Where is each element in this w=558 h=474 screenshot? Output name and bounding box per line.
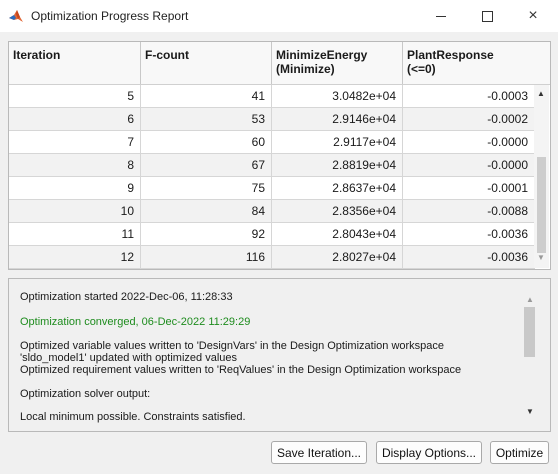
cell-iteration: 8: [9, 154, 141, 177]
cell-iteration: 12: [9, 246, 141, 269]
minimize-button[interactable]: [418, 0, 464, 32]
table-row[interactable]: 5 41 3.0482e+04 -0.0003: [9, 85, 535, 108]
table-row[interactable]: 6 53 2.9146e+04 -0.0002: [9, 108, 535, 131]
table-row[interactable]: 12 116 2.8027e+04 -0.0036: [9, 246, 535, 269]
title-bar[interactable]: Optimization Progress Report ×: [0, 0, 558, 32]
scrollbar-thumb[interactable]: [524, 307, 535, 357]
table-row[interactable]: 10 84 2.8356e+04 -0.0088: [9, 200, 535, 223]
column-header-minimize-energy[interactable]: MinimizeEnergy (Minimize): [272, 42, 403, 84]
cell-minimize-energy: 2.9117e+04: [272, 131, 403, 154]
log-scrollbar[interactable]: ▲ ▼: [519, 279, 549, 431]
cell-fcount: 75: [141, 177, 272, 200]
optimize-button[interactable]: Optimize: [490, 441, 549, 464]
maximize-button[interactable]: [464, 0, 510, 32]
iterations-table[interactable]: Iteration F-count MinimizeEnergy (Minimi…: [8, 41, 551, 270]
cell-plant-response: -0.0001: [403, 177, 535, 200]
cell-iteration: 7: [9, 131, 141, 154]
cell-minimize-energy: 2.9146e+04: [272, 108, 403, 131]
cell-minimize-energy: 2.8043e+04: [272, 223, 403, 246]
cell-minimize-energy: 2.8356e+04: [272, 200, 403, 223]
cell-plant-response: -0.0002: [403, 108, 535, 131]
cell-iteration: 6: [9, 108, 141, 131]
column-header-plant-response[interactable]: PlantResponse (<=0): [403, 42, 550, 84]
cell-plant-response: -0.0000: [403, 131, 535, 154]
optimization-log-panel[interactable]: Optimization started 2022-Dec-06, 11:28:…: [8, 278, 551, 432]
cell-plant-response: -0.0003: [403, 85, 535, 108]
column-header-label: MinimizeEnergy: [276, 48, 368, 62]
cell-fcount: 84: [141, 200, 272, 223]
save-iteration-button[interactable]: Save Iteration...: [271, 441, 367, 464]
close-button[interactable]: ×: [510, 0, 556, 32]
cell-minimize-energy: 2.8819e+04: [272, 154, 403, 177]
cell-plant-response: -0.0036: [403, 223, 535, 246]
scrollbar-thumb[interactable]: [537, 157, 546, 253]
optimization-progress-window: Optimization Progress Report × Iteration…: [0, 0, 558, 474]
cell-fcount: 53: [141, 108, 272, 131]
cell-iteration: 9: [9, 177, 141, 200]
scroll-down-icon[interactable]: ▼: [537, 253, 545, 262]
cell-minimize-energy: 2.8637e+04: [272, 177, 403, 200]
log-line: Optimization started 2022-Dec-06, 11:28:…: [20, 291, 233, 303]
cell-fcount: 67: [141, 154, 272, 177]
cell-iteration: 5: [9, 85, 141, 108]
cell-minimize-energy: 3.0482e+04: [272, 85, 403, 108]
cell-iteration: 10: [9, 200, 141, 223]
scroll-up-icon[interactable]: ▲: [526, 295, 534, 304]
close-icon: ×: [528, 7, 538, 24]
table-scrollbar[interactable]: ▲ ▼: [534, 85, 549, 268]
matlab-icon: [9, 10, 23, 22]
cell-fcount: 116: [141, 246, 272, 269]
column-header-sublabel: (<=0): [407, 62, 436, 76]
scroll-up-icon[interactable]: ▲: [537, 89, 545, 98]
log-line-converged: Optimization converged, 06-Dec-2022 11:2…: [20, 316, 251, 328]
scroll-down-icon[interactable]: ▼: [526, 407, 534, 416]
column-header-label: Iteration: [13, 48, 61, 62]
cell-plant-response: -0.0036: [403, 246, 535, 269]
log-line: Optimized variable values written to 'De…: [20, 340, 445, 352]
minimize-icon: [436, 15, 446, 17]
log-line: Optimized requirement values written to …: [20, 364, 462, 376]
cell-plant-response: -0.0088: [403, 200, 535, 223]
log-line: Optimization solver output:: [20, 388, 151, 400]
cell-minimize-energy: 2.8027e+04: [272, 246, 403, 269]
table-row[interactable]: 11 92 2.8043e+04 -0.0036: [9, 223, 535, 246]
cell-fcount: 60: [141, 131, 272, 154]
table-row[interactable]: 7 60 2.9117e+04 -0.0000: [9, 131, 535, 154]
cell-fcount: 92: [141, 223, 272, 246]
log-line: Local minimum possible. Constraints sati…: [20, 411, 246, 423]
cell-fcount: 41: [141, 85, 272, 108]
column-header-fcount[interactable]: F-count: [141, 42, 272, 84]
table-header: Iteration F-count MinimizeEnergy (Minimi…: [9, 42, 550, 85]
cell-iteration: 11: [9, 223, 141, 246]
window-title: Optimization Progress Report: [31, 9, 189, 23]
table-row[interactable]: 9 75 2.8637e+04 -0.0001: [9, 177, 535, 200]
maximize-icon: [481, 10, 493, 22]
table-row[interactable]: 8 67 2.8819e+04 -0.0000: [9, 154, 535, 177]
column-header-label: F-count: [145, 48, 189, 62]
column-header-iteration[interactable]: Iteration: [9, 42, 141, 84]
log-line: 'sldo_model1' updated with optimized val…: [20, 352, 237, 364]
display-options-button[interactable]: Display Options...: [376, 441, 482, 464]
column-header-sublabel: (Minimize): [276, 62, 335, 76]
column-header-label: PlantResponse: [407, 48, 494, 62]
cell-plant-response: -0.0000: [403, 154, 535, 177]
